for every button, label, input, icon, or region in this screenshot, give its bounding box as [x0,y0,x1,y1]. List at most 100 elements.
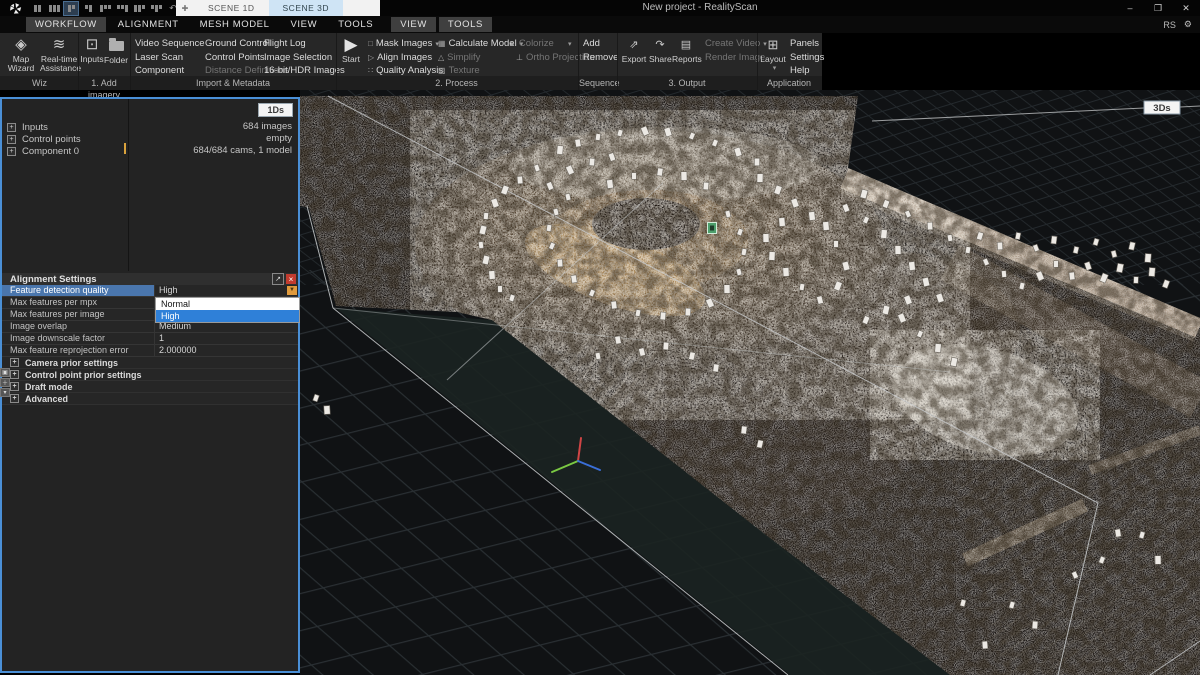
quality-analysis-button[interactable]: ∷Quality Analysis [368,65,443,77]
camera-marker[interactable] [947,234,953,241]
laser-scan-button[interactable]: Laser Scan [135,52,183,64]
camera-marker[interactable] [703,182,709,190]
sequence-remove-button[interactable]: Remove [583,52,618,64]
camera-marker[interactable] [681,172,687,181]
layout-preset-7-icon[interactable] [132,2,146,15]
camera-marker[interactable] [965,246,971,253]
camera-marker[interactable] [741,426,747,434]
layout-preset-3-icon[interactable] [64,2,78,15]
camera-marker[interactable] [489,271,496,280]
camera-marker[interactable] [615,336,622,344]
camera-marker[interactable] [557,145,564,154]
reports-button[interactable]: ▤ Reports [672,35,700,64]
menu-workflow[interactable]: WORKFLOW [26,17,106,32]
camera-marker[interactable] [575,139,582,147]
camera-marker[interactable] [823,221,830,230]
camera-marker[interactable] [657,168,663,176]
panels-button[interactable]: Panels [790,38,819,50]
camera-marker[interactable] [607,179,614,188]
setting-row-image-downscale[interactable]: Image downscale factor 1 [2,333,298,345]
group-camera-prior-settings[interactable]: + Camera prior settings [2,357,298,369]
camera-marker[interactable] [517,176,523,184]
undock-icon[interactable]: ↗ [272,273,284,285]
camera-marker[interactable] [1115,529,1122,537]
split-icon[interactable]: ＋ [0,378,10,387]
component-button[interactable]: Component [135,65,184,77]
camera-marker[interactable] [663,342,669,350]
tree-item-inputs[interactable]: + Inputs [7,121,48,133]
hdr-images-button[interactable]: 16-bit/HDR Images [264,65,345,77]
camera-marker[interactable] [546,224,551,231]
layout-dropdown-icon[interactable]: ▾ [762,64,787,72]
map-wizard-button[interactable]: ◈ Map Wizard [3,35,39,74]
alignment-settings-header[interactable]: Alignment Settings ↗ × [2,273,298,285]
camera-marker[interactable] [632,173,637,180]
camera-marker[interactable] [1001,271,1006,278]
setting-row-max-reprojection-error[interactable]: Max feature reprojection error 2.000000 [2,345,298,357]
camera-marker[interactable] [834,241,839,248]
align-images-button[interactable]: ▷Align Images [368,52,432,64]
camera-marker[interactable] [769,252,775,261]
flight-log-button[interactable]: Flight Log [264,38,306,50]
layout-preset-4-icon[interactable] [81,2,95,15]
dropdown-button[interactable]: ▼ [287,286,297,295]
share-button[interactable]: ↷ Share [649,35,671,64]
camera-marker[interactable] [895,246,901,255]
close-button[interactable]: ✕ [1172,0,1200,16]
settings-button[interactable]: Settings [790,52,824,64]
expand-plus-icon[interactable]: + [7,123,16,132]
expand-plus-icon[interactable]: + [7,135,16,144]
camera-marker[interactable] [1145,253,1152,262]
realtime-assistance-button[interactable]: ≋ Real-time Assistance [40,35,78,74]
camera-marker[interactable] [997,242,1003,250]
camera-marker[interactable] [779,217,786,226]
camera-marker[interactable] [713,364,719,372]
expand-plus-icon[interactable]: + [10,394,19,403]
menu-view[interactable]: VIEW [282,17,327,32]
camera-marker[interactable] [1051,236,1057,244]
camera-marker[interactable] [595,133,600,140]
dock-icon[interactable]: ▣ [0,368,10,377]
collapse-icon[interactable]: ▾ [0,388,10,397]
camera-marker[interactable] [927,222,933,230]
scene-3d-viewport[interactable]: 3Ds [300,90,1200,675]
dropdown-option-normal[interactable]: Normal [156,298,299,310]
setting-row-feature-detection-quality[interactable]: Feature detection quality High ▼ [2,285,298,297]
camera-marker[interactable] [935,343,942,352]
camera-marker[interactable] [741,248,747,255]
camera-marker[interactable] [1134,277,1139,284]
camera-marker[interactable] [565,193,571,200]
export-button[interactable]: ⇗ Export [620,35,648,64]
start-button[interactable]: ▶ Start [338,35,364,64]
camera-marker[interactable] [324,406,331,415]
tree-divider[interactable] [128,99,129,271]
colorize-dropdown-icon[interactable]: ▾ [565,38,572,50]
menu-mesh-model[interactable]: MESH MODEL [191,17,279,32]
tree-item-control-points[interactable]: + Control points [7,133,81,145]
camera-marker[interactable] [589,158,595,166]
menu-scene-tools[interactable]: TOOLS [439,17,492,32]
camera-marker[interactable] [783,268,789,277]
camera-marker[interactable] [909,261,916,270]
camera-marker[interactable] [571,275,578,283]
camera-marker[interactable] [754,158,759,166]
camera-marker[interactable] [809,211,816,220]
camera-marker[interactable] [1116,263,1124,273]
camera-marker[interactable] [1069,272,1075,280]
tree-item-component-0[interactable]: + Component 0 [7,145,79,157]
gear-icon[interactable]: ⚙ [1184,19,1192,30]
camera-marker[interactable] [1054,261,1059,268]
minimize-button[interactable]: – [1116,0,1144,16]
expand-plus-icon[interactable]: + [10,382,19,391]
sequence-add-button[interactable]: Add [583,38,600,50]
menu-tools[interactable]: TOOLS [329,17,382,32]
layout-preset-1-icon[interactable] [30,2,44,15]
group-draft-mode[interactable]: + Draft mode [2,381,298,393]
mask-images-button[interactable]: □Mask Images▾ [368,38,439,50]
camera-marker[interactable] [1155,556,1161,565]
group-control-point-prior-settings[interactable]: + Control point prior settings [2,369,298,381]
expand-plus-icon[interactable]: + [7,147,16,156]
camera-marker[interactable] [660,312,666,320]
layout-button[interactable]: ⊞ Layout ▾ [759,35,787,72]
camera-marker[interactable] [685,308,691,316]
